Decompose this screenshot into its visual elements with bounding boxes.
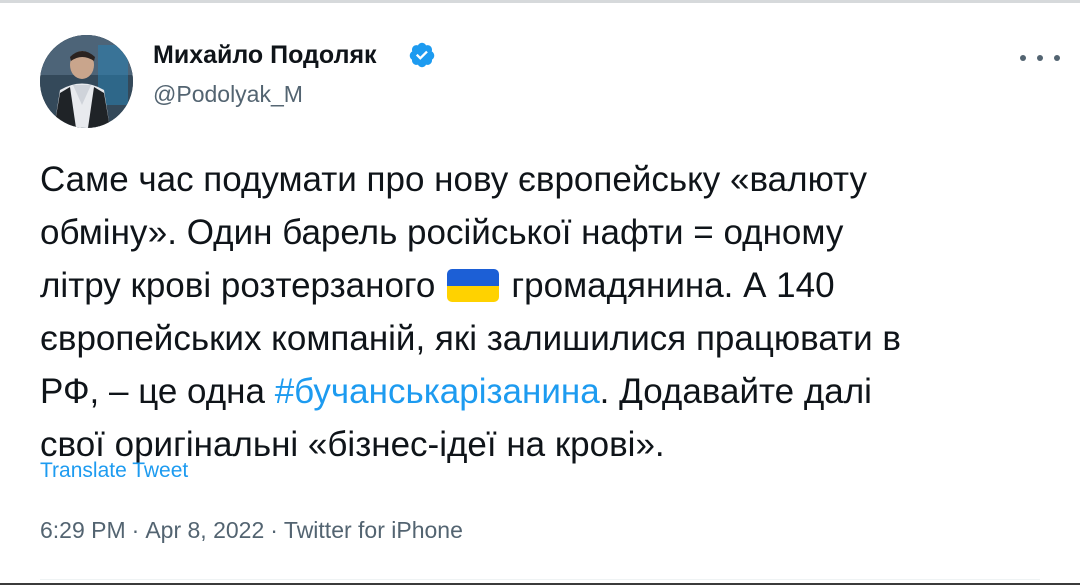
avatar-photo <box>40 35 133 128</box>
hashtag-link[interactable]: #бучанськарізанина <box>275 372 600 411</box>
tweet-text-segment: РФ, – це одна <box>40 372 275 411</box>
tweet-line: європейських компаній, які залишилися пр… <box>40 319 901 358</box>
translate-tweet-link[interactable]: Translate Tweet <box>40 459 188 483</box>
meta-separator: · <box>270 517 278 543</box>
avatar[interactable] <box>40 35 133 128</box>
author-name[interactable]: Михайло Подоляк <box>153 41 377 70</box>
meta-separator: · <box>131 517 140 543</box>
tweet-line: обміну». Один барель російської нафти = … <box>40 213 844 252</box>
tweet-line: РФ, – це одна #бучанськарізанина. Додава… <box>40 365 1050 418</box>
tweet-text: Саме час подумати про нову європейську «… <box>40 153 1050 471</box>
tweet-card: Михайло Подоляк @Podolyak_M Саме час под… <box>0 0 1080 585</box>
tweet-line: Саме час подумати про нову європейську «… <box>40 160 867 199</box>
tweet-line: літру крові розтерзаного громадянина. А 1… <box>40 259 1050 312</box>
tweet-line: свої оригінальні «бізнес-ідеї на крові». <box>40 425 665 464</box>
tweet-time[interactable]: 6:29 PM <box>40 517 126 543</box>
more-options-icon[interactable] <box>1020 43 1060 73</box>
tweet-text-segment: громадянина. А 140 <box>511 266 835 305</box>
ukraine-flag-emoji <box>447 269 500 302</box>
dot <box>1037 55 1043 61</box>
tweet-meta: 6:29 PM · Apr 8, 2022 · Twitter for iPhone <box>40 517 463 544</box>
tweet-source[interactable]: Twitter for iPhone <box>284 517 463 543</box>
dot <box>1054 55 1060 61</box>
verified-badge-icon <box>409 42 435 68</box>
tweet-text-segment: літру крові розтерзаного <box>40 266 436 305</box>
author-handle[interactable]: @Podolyak_M <box>153 81 303 108</box>
dot <box>1020 55 1026 61</box>
tweet-date[interactable]: Apr 8, 2022 <box>145 517 264 543</box>
divider <box>40 579 1040 580</box>
tweet-text-segment: . Додавайте далі <box>599 372 872 411</box>
